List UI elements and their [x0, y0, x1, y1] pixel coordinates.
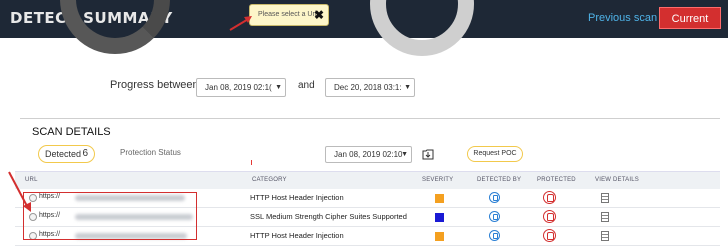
col-category: CATEGORY: [252, 177, 287, 183]
select-url-toast: Please select a Url ✖: [249, 4, 329, 26]
current-scan-button[interactable]: Current scan: [659, 7, 721, 47]
from-date-value: Jan 08, 2019 02:1(: [205, 83, 272, 92]
document-icon[interactable]: [601, 231, 609, 241]
red-marker: [251, 160, 252, 165]
col-severity: SEVERITY: [422, 177, 454, 183]
lock-icon: [543, 229, 556, 242]
chevron-down-icon: ▼: [401, 151, 408, 158]
download-icon[interactable]: [422, 148, 434, 160]
previous-scan-link[interactable]: Previous scan: [588, 12, 657, 24]
progress-between-label: Progress between: [110, 79, 199, 91]
detect-summary-page: DETECT SUMMARY Previous scan Current sca…: [0, 0, 728, 248]
scanner-icon: [489, 192, 500, 203]
row-category: HTTP Host Header Injection: [250, 231, 344, 240]
table-header: URL CATEGORY SEVERITY DETECTED BY PROTEC…: [15, 171, 720, 189]
row-category: SSL Medium Strength Cipher Suites Suppor…: [250, 212, 407, 221]
to-date-value: Dec 20, 2018 03:1:: [334, 83, 402, 92]
and-label: and: [298, 80, 315, 91]
from-date-select[interactable]: Jan 08, 2019 02:1( ▼: [196, 78, 286, 97]
request-poc-button[interactable]: Request POC: [467, 146, 523, 162]
tab-protection-status[interactable]: Protection Status: [120, 148, 181, 157]
to-date-select[interactable]: Dec 20, 2018 03:1: ▼: [325, 78, 415, 97]
scanner-icon: [489, 230, 500, 241]
document-icon[interactable]: [601, 212, 609, 222]
scan-details-title: SCAN DETAILS: [32, 126, 111, 138]
scan-date-select[interactable]: Jan 08, 2019 02:10 ▼: [325, 146, 412, 163]
chevron-down-icon: ▼: [404, 84, 411, 91]
chevron-down-icon: ▼: [275, 84, 282, 91]
section-divider: [20, 118, 720, 119]
annotation-arrow-icon: [8, 171, 31, 212]
progress-gauge-right: [370, 0, 474, 56]
col-detected-by: DETECTED BY: [477, 177, 522, 183]
detected-count-badge: 6: [82, 148, 88, 159]
lock-icon: [543, 210, 556, 223]
toast-message: Please select a Url: [258, 11, 317, 18]
col-protected: PROTECTED: [537, 177, 576, 183]
tab-detected-label: Detected: [45, 149, 82, 159]
lock-icon: [543, 191, 556, 204]
url-selection-highlight: [23, 192, 197, 240]
scan-date-value: Jan 08, 2019 02:10: [334, 150, 403, 159]
document-icon[interactable]: [601, 193, 609, 203]
severity-indicator: [435, 194, 444, 203]
severity-indicator: [435, 232, 444, 241]
tab-detected[interactable]: Detected 6: [38, 145, 95, 163]
severity-indicator: [435, 213, 444, 222]
row-category: HTTP Host Header Injection: [250, 193, 344, 202]
progress-gauge-left: [60, 0, 170, 54]
col-view-details: VIEW DETAILS: [595, 177, 639, 183]
scanner-icon: [489, 211, 500, 222]
close-icon[interactable]: ✖: [314, 5, 324, 25]
annotation-arrow-icon: [229, 16, 252, 31]
